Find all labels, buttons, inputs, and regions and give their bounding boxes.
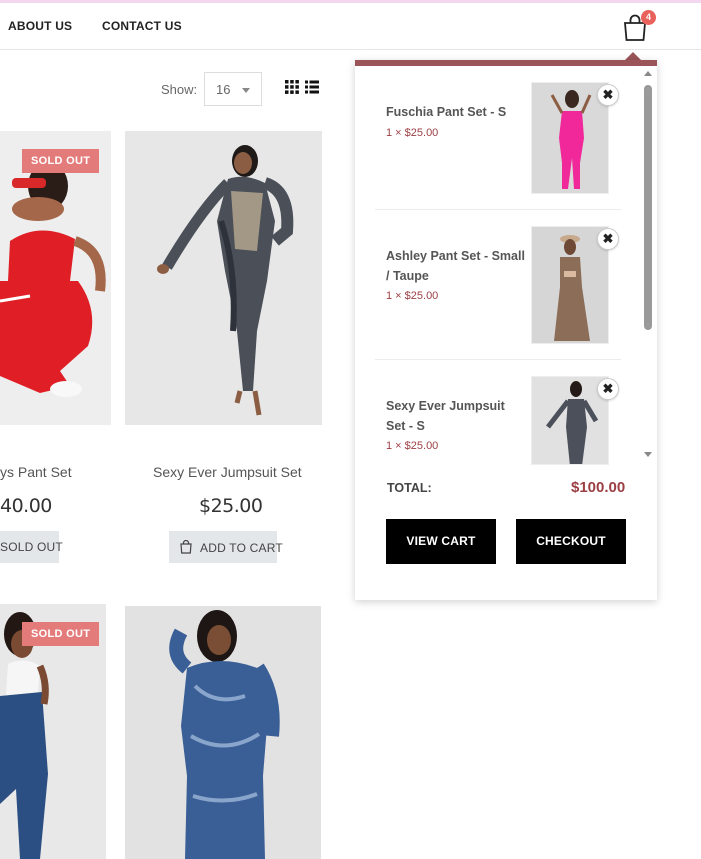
sold-out-badge: SOLD OUT xyxy=(22,622,100,646)
product-price: 40.00 xyxy=(0,495,52,517)
remove-item-button[interactable]: ✖ xyxy=(597,228,619,250)
cart-item-qty: 1 × $25.00 xyxy=(386,440,439,452)
cart-item-name[interactable]: Fuschia Pant Set - S xyxy=(386,102,526,122)
cart-item-divider xyxy=(375,359,621,360)
cart-count-badge: 4 xyxy=(641,10,656,25)
chevron-down-icon xyxy=(242,88,250,93)
cart-item-qty: 1 × $25.00 xyxy=(386,127,439,139)
show-label: Show: xyxy=(161,82,198,97)
grid-view-icon[interactable] xyxy=(285,80,299,94)
sold-out-button[interactable]: SOLD OUT xyxy=(0,531,63,563)
cart-scrollbar[interactable] xyxy=(642,68,654,463)
product-image-denim-overalls[interactable]: SOLD OUT xyxy=(0,604,106,859)
cart-item: Fuschia Pant Set - S 1 × $25.00 ✖ xyxy=(375,80,621,215)
add-to-cart-button[interactable]: ADD TO CART xyxy=(169,531,283,563)
remove-item-button[interactable]: ✖ xyxy=(597,84,619,106)
cart-item: Sexy Ever Jumpsuit Set - S 1 × $25.00 ✖ xyxy=(375,366,621,476)
cart-item-qty: 1 × $25.00 xyxy=(386,290,439,302)
top-navigation: ABOUT US CONTACT US xyxy=(0,3,701,50)
cart-item-name[interactable]: Ashley Pant Set - Small / Taupe xyxy=(386,246,526,286)
checkout-button[interactable]: CHECKOUT xyxy=(516,519,626,564)
sold-out-badge: SOLD OUT xyxy=(22,149,100,173)
product-image-denim-jumpsuit[interactable] xyxy=(125,606,321,859)
product-title[interactable]: ys Pant Set xyxy=(0,464,72,480)
product-title[interactable]: Sexy Ever Jumpsuit Set xyxy=(153,464,302,480)
show-per-page-select[interactable]: 16 xyxy=(204,72,262,106)
scroll-down-arrow-icon[interactable] xyxy=(644,452,652,457)
cart-item-divider xyxy=(375,209,621,210)
list-view-icon[interactable] xyxy=(305,80,319,94)
remove-item-button[interactable]: ✖ xyxy=(597,378,619,400)
scrollbar-thumb[interactable] xyxy=(644,85,652,330)
cart-dropdown-arrow xyxy=(625,52,641,60)
cart-total-value: $100.00 xyxy=(571,479,626,496)
scroll-up-arrow-icon[interactable] xyxy=(644,71,652,76)
nav-about-us[interactable]: ABOUT US xyxy=(8,19,72,33)
product-image-sexy-ever-jumpsuit[interactable] xyxy=(125,131,322,425)
shopping-bag-icon xyxy=(180,540,192,554)
cart-item: Ashley Pant Set - Small / Taupe 1 × $25.… xyxy=(375,216,621,356)
view-cart-button[interactable]: VIEW CART xyxy=(386,519,496,564)
product-price: $25.00 xyxy=(199,495,263,517)
nav-contact-us[interactable]: CONTACT US xyxy=(102,19,182,33)
product-image-red-pant-set[interactable]: SOLD OUT xyxy=(0,131,111,425)
cart-item-name[interactable]: Sexy Ever Jumpsuit Set - S xyxy=(386,396,526,436)
show-per-page-value: 16 xyxy=(216,82,231,97)
cart-total-label: TOTAL: xyxy=(387,481,432,495)
add-to-cart-label: ADD TO CART xyxy=(200,541,283,555)
